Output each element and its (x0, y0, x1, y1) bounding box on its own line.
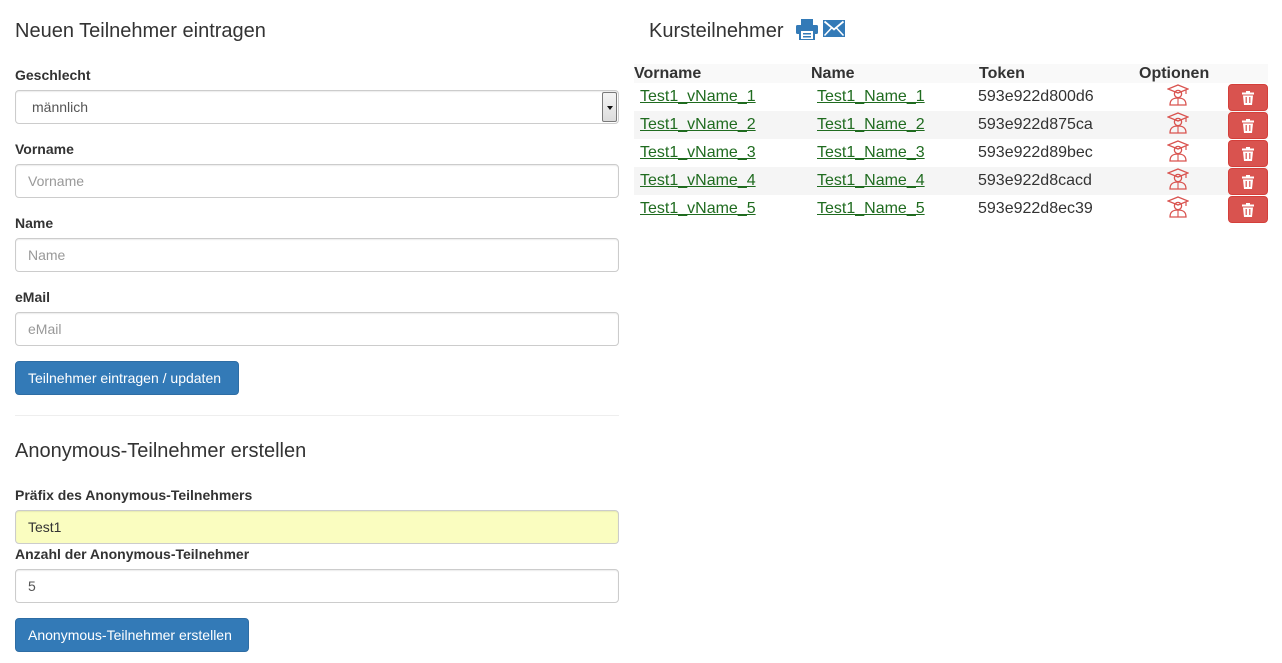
token-cell: 593e922d800d6 (978, 88, 1094, 105)
participants-title: Kursteilnehmer (649, 20, 784, 42)
delete-button[interactable] (1228, 140, 1268, 167)
firstname-link[interactable]: Test1_vName_3 (640, 139, 756, 167)
table-row: Test1_vName_5 Test1_Name_5 593e922d8ec39 (634, 195, 1268, 223)
token-cell: 593e922d8ec39 (978, 200, 1093, 217)
trash-icon (1242, 91, 1254, 105)
student-icon[interactable] (1167, 84, 1189, 106)
lastname-label: Name (15, 215, 54, 231)
firstname-label: Vorname (15, 141, 74, 157)
new-participant-title: Neuen Teilnehmer eintragen (15, 20, 266, 42)
lastname-link[interactable]: Test1_Name_5 (817, 195, 925, 223)
email-input[interactable]: eMail (15, 312, 619, 346)
firstname-link[interactable]: Test1_vName_2 (640, 111, 756, 139)
trash-icon (1242, 203, 1254, 217)
chevron-down-icon[interactable] (602, 92, 617, 122)
prefix-label: Präfix des Anonymous-Teilnehmers (15, 487, 253, 503)
delete-button[interactable] (1228, 84, 1268, 111)
submit-participant-button[interactable]: Teilnehmer eintragen / updaten (15, 361, 239, 395)
firstname-link[interactable]: Test1_vName_5 (640, 195, 756, 223)
prefix-input[interactable]: Test1 (15, 510, 619, 544)
email-label: eMail (15, 289, 51, 305)
firstname-input[interactable]: Vorname (15, 164, 619, 198)
gender-selected-value: männlich (32, 99, 89, 115)
column-header-options: Optionen (1139, 65, 1210, 82)
lastname-input[interactable]: Name (15, 238, 619, 272)
student-icon[interactable] (1167, 168, 1189, 190)
column-header-firstname: Vorname (634, 65, 702, 82)
divider (15, 415, 619, 416)
table-row: Test1_vName_1 Test1_Name_1 593e922d800d6 (634, 83, 1268, 111)
table-row: Test1_vName_2 Test1_Name_2 593e922d875ca (634, 111, 1268, 139)
firstname-link[interactable]: Test1_vName_1 (640, 83, 756, 111)
delete-button[interactable] (1228, 168, 1268, 195)
token-cell: 593e922d875ca (978, 116, 1093, 133)
token-cell: 593e922d89bec (978, 144, 1093, 161)
trash-icon (1242, 147, 1254, 161)
gender-label: Geschlecht (15, 67, 91, 83)
column-header-token: Token (979, 65, 1025, 82)
lastname-link[interactable]: Test1_Name_4 (817, 167, 925, 195)
anonymous-title: Anonymous-Teilnehmer erstellen (15, 440, 307, 462)
count-input[interactable]: 5 (15, 569, 619, 603)
student-icon[interactable] (1167, 112, 1189, 134)
lastname-link[interactable]: Test1_Name_1 (817, 83, 925, 111)
gender-select[interactable]: männlich (15, 90, 619, 124)
delete-button[interactable] (1228, 196, 1268, 223)
trash-icon (1242, 119, 1254, 133)
table-row: Test1_vName_4 Test1_Name_4 593e922d8cacd (634, 167, 1268, 195)
delete-button[interactable] (1228, 112, 1268, 139)
column-header-lastname: Name (811, 65, 855, 82)
lastname-link[interactable]: Test1_Name_3 (817, 139, 925, 167)
count-label: Anzahl der Anonymous-Teilnehmer (15, 546, 250, 562)
create-anonymous-button[interactable]: Anonymous-Teilnehmer erstellen (15, 618, 249, 652)
table-row: Test1_vName_3 Test1_Name_3 593e922d89bec (634, 139, 1268, 167)
print-icon[interactable] (796, 19, 818, 40)
trash-icon (1242, 175, 1254, 189)
firstname-link[interactable]: Test1_vName_4 (640, 167, 756, 195)
student-icon[interactable] (1167, 196, 1189, 218)
token-cell: 593e922d8cacd (978, 172, 1092, 189)
envelope-icon[interactable] (823, 20, 845, 37)
lastname-link[interactable]: Test1_Name_2 (817, 111, 925, 139)
student-icon[interactable] (1167, 140, 1189, 162)
